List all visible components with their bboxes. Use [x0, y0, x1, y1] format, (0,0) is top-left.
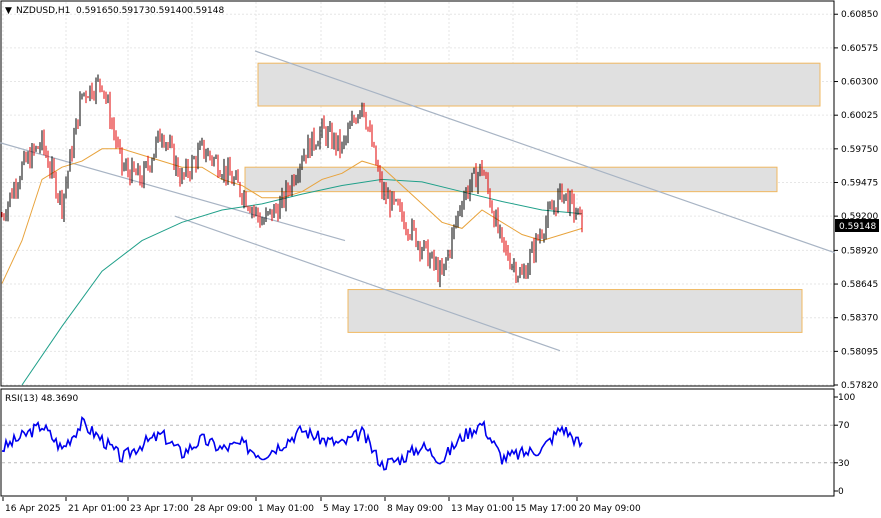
price-tick-label: 0.60850	[841, 10, 878, 20]
rsi-tick-label: 0	[838, 487, 844, 497]
price-tick-label: 0.58095	[841, 347, 878, 357]
rsi-tick-label: 30	[838, 459, 850, 469]
price-tick-label: 0.60025	[841, 111, 878, 121]
rsi-plot-frame	[0, 388, 835, 497]
time-axis: 16 Apr 2025 21 Apr 01:00 23 Apr 17:00 28 Ap…	[2, 497, 641, 514]
price-tick-label: 0.59475	[841, 178, 878, 188]
header-high: 0.59173	[113, 6, 150, 16]
time-tick-label: 8 May 09:00	[387, 504, 443, 514]
price-tick-label: 0.60575	[841, 44, 878, 54]
current-price-tag: 0.59148	[835, 219, 879, 232]
time-tick-label: 23 Apr 17:00	[130, 504, 189, 514]
header-symbol: NZDUSD,H1	[16, 6, 70, 16]
header-close: 0.59148	[187, 6, 224, 16]
time-tick-label: 20 May 09:00	[579, 504, 641, 514]
time-tick-label: 21 Apr 01:00	[68, 504, 127, 514]
chart-canvas: ▼ NZDUSD,H1 0.59165 0.59173 0.59140 0.59…	[0, 0, 879, 514]
price-tick-label: 0.57820	[841, 381, 878, 391]
price-tick-label: 0.60300	[841, 78, 878, 88]
time-tick-label: 16 Apr 2025	[5, 504, 61, 514]
header-dropdown-icon[interactable]: ▼	[5, 6, 12, 16]
header-open: 0.59165	[76, 6, 113, 16]
supply-demand-zone	[244, 166, 778, 193]
supply-demand-zone	[257, 62, 821, 107]
price-tick-label: 0.58920	[841, 246, 878, 256]
price-tick-label: 0.59750	[841, 145, 878, 155]
price-axis: 0.60850 0.60575 0.60300 0.60025 0.59750 0.594…	[834, 10, 878, 391]
rsi-tick-label: 70	[838, 421, 850, 431]
supply-demand-zone	[347, 289, 803, 333]
time-tick-label: 28 Apr 09:00	[194, 504, 253, 514]
time-tick-label: 5 May 17:00	[323, 504, 379, 514]
time-tick-label: 1 May 01:00	[258, 504, 314, 514]
price-tick-label: 0.58645	[841, 280, 878, 290]
rsi-axis: 100 70 30 0	[834, 393, 855, 497]
time-tick-label: 15 May 17:00	[515, 504, 577, 514]
time-tick-label: 13 May 01:00	[451, 504, 513, 514]
rsi-label: RSI(13) 48.3690	[5, 394, 78, 404]
price-tick-label: 0.58370	[841, 314, 878, 324]
current-price-value: 0.59148	[839, 222, 876, 232]
header-low: 0.59140	[150, 6, 187, 16]
rsi-tick-label: 100	[838, 393, 855, 403]
